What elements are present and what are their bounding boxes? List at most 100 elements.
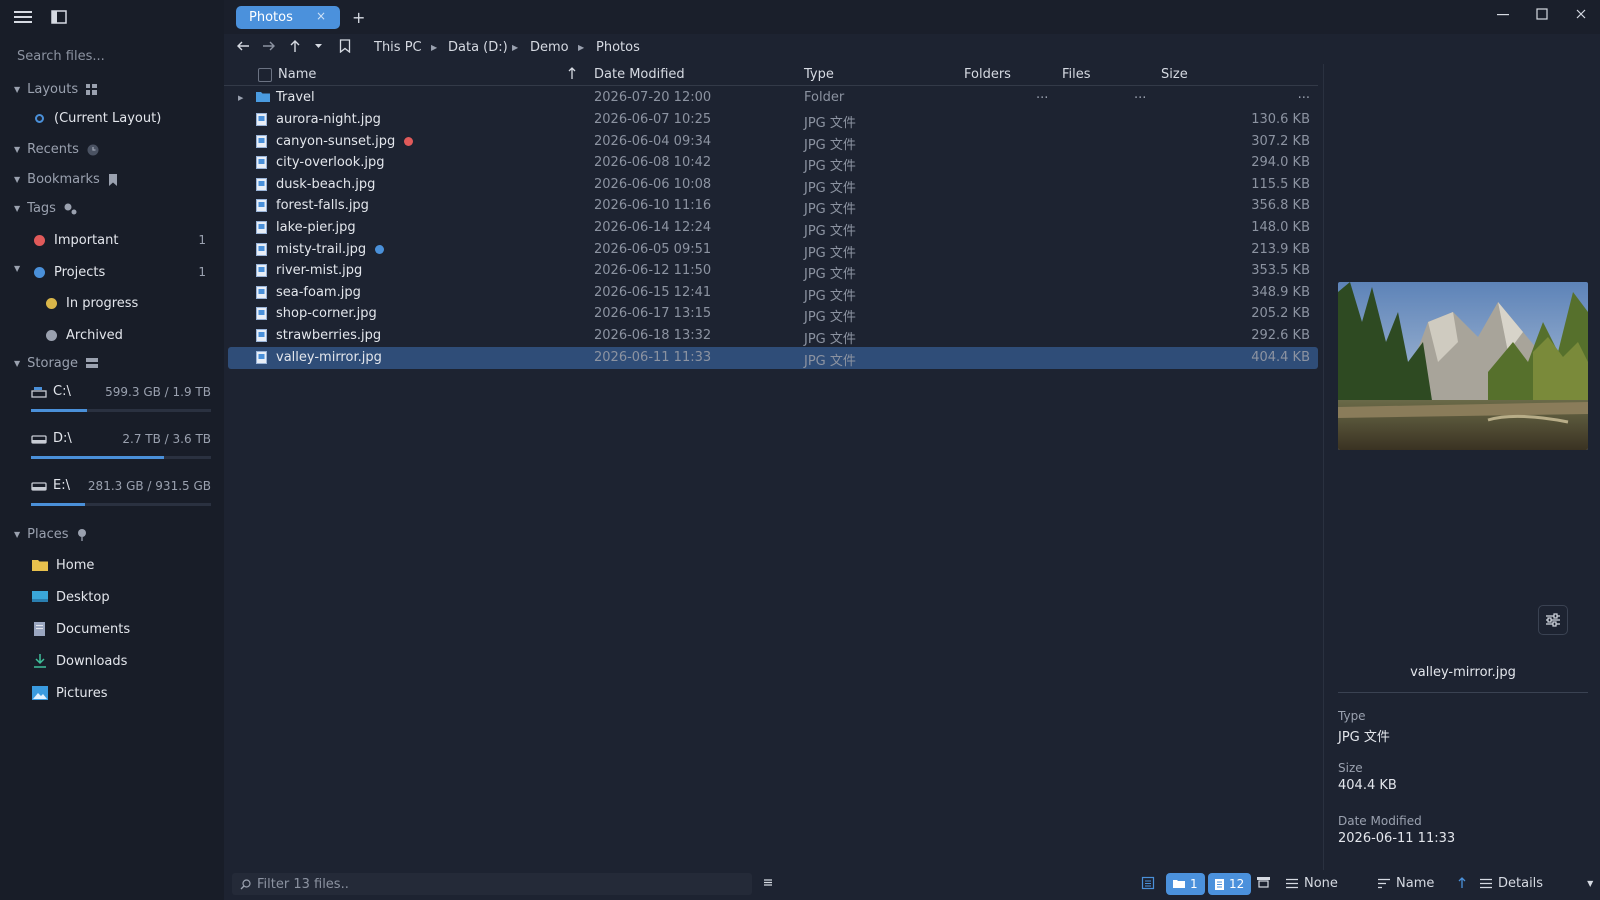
back-arrow-icon[interactable] <box>236 39 250 53</box>
filter-input[interactable] <box>257 876 737 892</box>
folder-row-travel[interactable]: ▶ Travel 2026-07-20 12:00 Folder ... ...… <box>228 87 1318 109</box>
toggle-sidebar-icon[interactable] <box>48 6 70 28</box>
new-tab-button[interactable]: + <box>352 8 365 27</box>
column-header-size[interactable]: Size <box>1161 67 1188 82</box>
drive-label: C:\ <box>31 384 71 399</box>
table-row[interactable]: misty-trail.jpg 2026-06-05 09:51 JPG 文件 213… <box>228 239 1318 261</box>
sidebar-item-current-layout[interactable]: (Current Layout) <box>35 107 161 129</box>
sidebar-item-desktop[interactable]: Desktop <box>32 586 110 608</box>
sidebar-item-label: Pictures <box>56 685 108 701</box>
column-header-date[interactable]: Date Modified <box>594 67 685 82</box>
sidebar-item-downloads[interactable]: Downloads <box>32 650 127 672</box>
file-type: Folder <box>804 90 845 105</box>
file-size: 148.0 KB <box>1251 220 1310 235</box>
section-title: Recents <box>27 142 79 157</box>
table-row[interactable]: strawberries.jpg 2026-06-18 13:32 JPG 文件 29… <box>228 325 1318 347</box>
drive-usage-fill <box>31 409 87 412</box>
table-row[interactable]: city-overlook.jpg 2026-06-08 10:42 JPG 文件 2… <box>228 152 1318 174</box>
section-bookmarks[interactable]: ▼ Bookmarks <box>14 172 118 187</box>
breadcrumb-item-this-pc[interactable]: This PC <box>374 40 422 55</box>
table-row[interactable]: dusk-beach.jpg 2026-06-06 10:08 JPG 文件 115.… <box>228 174 1318 196</box>
file-type: JPG 文件 <box>804 116 856 131</box>
drive-e[interactable]: E:\ 281.3 GB / 931.5 GB <box>31 478 211 518</box>
table-row[interactable]: shop-corner.jpg 2026-06-17 13:15 JPG 文件 205… <box>228 303 1318 325</box>
file-date: 2026-06-11 11:33 <box>594 349 712 365</box>
sidebar-search-input[interactable] <box>17 44 212 68</box>
details-view-icon[interactable] <box>1141 876 1155 890</box>
file-type: JPG 文件 <box>804 353 856 369</box>
close-window-icon[interactable] <box>1575 8 1587 20</box>
tab-photos[interactable]: Photos × <box>236 6 340 29</box>
close-tab-icon[interactable]: × <box>316 9 326 23</box>
sidebar-item-tag-projects[interactable]: Projects 1 <box>34 261 214 283</box>
column-header-folders[interactable]: Folders <box>964 67 1011 82</box>
group-by-button[interactable]: None <box>1286 876 1338 891</box>
up-arrow-icon[interactable] <box>288 39 302 53</box>
sidebar-item-tag-archived[interactable]: Archived <box>46 324 123 346</box>
sidebar-item-label: Home <box>56 557 95 573</box>
column-header-type[interactable]: Type <box>804 67 834 82</box>
preview-toggle-icon[interactable] <box>1257 876 1270 888</box>
sidebar-item-pictures[interactable]: Pictures <box>32 682 107 704</box>
table-row[interactable]: valley-mirror.jpg 2026-06-11 11:33 JPG 文件 4… <box>228 346 1318 369</box>
table-row[interactable]: forest-falls.jpg 2026-06-10 11:16 JPG 文件 35… <box>228 195 1318 217</box>
layouts-grid-icon <box>86 84 98 95</box>
preview-type-label: Type <box>1338 709 1366 723</box>
image-file-icon <box>256 264 267 278</box>
table-row[interactable]: canyon-sunset.jpg 2026-06-04 09:34 JPG 文件 3… <box>228 131 1318 153</box>
file-count-badge[interactable]: 12 <box>1208 873 1252 895</box>
maximize-icon[interactable] <box>1536 8 1548 20</box>
table-row[interactable]: lake-pier.jpg 2026-06-14 12:24 JPG 文件 148.0… <box>228 217 1318 239</box>
section-storage[interactable]: ▼ Storage <box>14 356 99 371</box>
preview-settings-sliders-icon[interactable] <box>1538 605 1568 635</box>
hamburger-menu-icon[interactable] <box>12 6 34 28</box>
file-name-cell: canyon-sunset.jpg <box>276 134 414 149</box>
image-file-icon <box>256 242 267 256</box>
documents-icon <box>32 622 48 636</box>
file-name: city-overlook.jpg <box>276 155 385 171</box>
bookmark-add-icon[interactable] <box>339 39 351 53</box>
preview-date-label: Date Modified <box>1338 814 1422 828</box>
expand-triangle-icon[interactable]: ▶ <box>238 94 243 102</box>
drive-d[interactable]: D:\ 2.7 TB / 3.6 TB <box>31 431 211 471</box>
drive-c[interactable]: C:\ 599.3 GB / 1.9 TB <box>31 384 211 424</box>
file-size: 307.2 KB <box>1251 133 1310 149</box>
select-all-checkbox[interactable] <box>258 68 272 82</box>
column-header-files[interactable]: Files <box>1062 67 1091 82</box>
file-name-cell: shop-corner.jpg <box>276 306 377 321</box>
filter-options-icon[interactable] <box>762 876 774 888</box>
desktop-icon <box>32 590 48 604</box>
radio-selected-icon <box>35 113 44 123</box>
table-row[interactable]: aurora-night.jpg 2026-06-07 10:25 JPG 文件 13… <box>228 109 1318 131</box>
table-row[interactable]: river-mist.jpg 2026-06-12 11:50 JPG 文件 353.… <box>228 260 1318 282</box>
view-mode-dropdown[interactable]: Details ▼ <box>1480 876 1593 891</box>
section-tags[interactable]: ▼ Tags <box>14 201 77 216</box>
divider <box>1338 692 1588 693</box>
tag-projects-expander[interactable]: ▼ <box>14 264 27 273</box>
sort-by-button[interactable]: Name <box>1378 876 1434 891</box>
history-dropdown-icon[interactable] <box>314 42 323 50</box>
forward-arrow-icon[interactable] <box>262 39 276 53</box>
section-places[interactable]: ▼ Places <box>14 527 87 542</box>
sidebar-item-label: Important <box>54 232 119 248</box>
sidebar-item-tag-in-progress[interactable]: In progress <box>46 292 138 314</box>
breadcrumb-item-data-d[interactable]: Data (D:) <box>448 40 508 55</box>
image-file-icon <box>256 134 267 148</box>
minimize-icon[interactable] <box>1497 8 1509 20</box>
file-list: Name Date Modified Type Folders Files Si… <box>224 64 1318 870</box>
sidebar-item-documents[interactable]: Documents <box>32 618 130 640</box>
sidebar-item-tag-important[interactable]: Important 1 <box>34 229 214 251</box>
column-header-name[interactable]: Name <box>278 67 316 82</box>
section-layouts[interactable]: ▼ Layouts <box>14 82 98 97</box>
sort-direction-icon[interactable] <box>1457 876 1467 889</box>
table-row[interactable]: sea-foam.jpg 2026-06-15 12:41 JPG 文件 348.9 … <box>228 282 1318 304</box>
folder-count-badge[interactable]: 1 <box>1166 873 1205 895</box>
tag-count: 1 <box>198 265 206 279</box>
section-recents[interactable]: ▼ Recents <box>14 142 99 157</box>
collapse-triangle-icon: ▼ <box>14 145 21 154</box>
sidebar-item-home[interactable]: Home <box>32 554 94 576</box>
breadcrumb-item-photos[interactable]: Photos <box>596 40 640 55</box>
breadcrumb-item-demo[interactable]: Demo <box>530 40 569 55</box>
drive-label: D:\ <box>31 431 72 446</box>
section-title: Bookmarks <box>27 172 100 187</box>
